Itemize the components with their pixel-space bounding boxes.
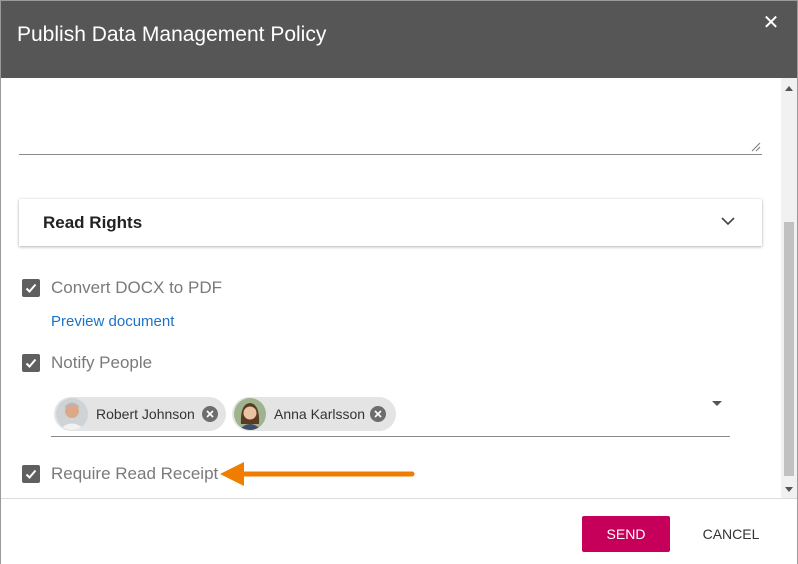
cancel-button[interactable]: CANCEL	[691, 516, 771, 552]
send-button[interactable]: SEND	[582, 516, 670, 552]
notify-people-checkbox[interactable]	[22, 354, 40, 372]
checkmark-icon	[25, 283, 37, 293]
message-textarea[interactable]	[19, 154, 762, 155]
recipient-name: Robert Johnson	[96, 406, 195, 422]
read-rights-label: Read Rights	[43, 213, 143, 232]
notify-people-label: Notify People	[51, 353, 153, 372]
read-rights-accordion[interactable]: Read Rights	[19, 199, 762, 246]
convert-pdf-label: Convert DOCX to PDF	[51, 278, 222, 297]
resize-grip-icon[interactable]	[749, 140, 761, 152]
close-icon[interactable]: ✕	[759, 11, 783, 35]
convert-pdf-checkbox[interactable]	[22, 279, 40, 297]
require-read-receipt-label: Require Read Receipt	[51, 464, 219, 483]
people-dropdown-icon[interactable]	[712, 401, 722, 406]
remove-recipient-icon[interactable]	[370, 406, 386, 422]
publish-dialog: Publish Data Management Policy ✕ Read Ri…	[0, 0, 798, 564]
recipient-name: Anna Karlsson	[274, 406, 366, 422]
require-read-receipt-checkbox[interactable]	[22, 465, 40, 483]
dialog-footer: SEND CANCEL	[1, 498, 797, 564]
avatar	[234, 398, 266, 430]
recipient-chip: Robert Johnson	[54, 397, 226, 431]
remove-recipient-icon[interactable]	[202, 406, 218, 422]
dialog-title: Publish Data Management Policy	[17, 23, 327, 46]
dialog-titlebar: Publish Data Management Policy ✕	[1, 1, 797, 78]
recipient-chip: Anna Karlsson	[232, 397, 396, 431]
checkmark-icon	[25, 358, 37, 368]
scrollbar[interactable]	[781, 78, 797, 498]
checkmark-icon	[25, 469, 37, 479]
dialog-content[interactable]: Read Rights Convert DOCX to PDF Preview …	[1, 78, 781, 498]
scroll-up-icon[interactable]	[785, 86, 793, 91]
chevron-down-icon[interactable]	[720, 213, 736, 229]
annotation-arrow-icon	[220, 462, 415, 486]
avatar	[56, 398, 88, 430]
scrollbar-thumb[interactable]	[784, 222, 794, 476]
preview-document-link[interactable]: Preview document	[51, 313, 174, 330]
scroll-down-icon[interactable]	[785, 487, 793, 492]
people-picker[interactable]: Robert Johnson Anna Karlsson	[51, 394, 730, 437]
